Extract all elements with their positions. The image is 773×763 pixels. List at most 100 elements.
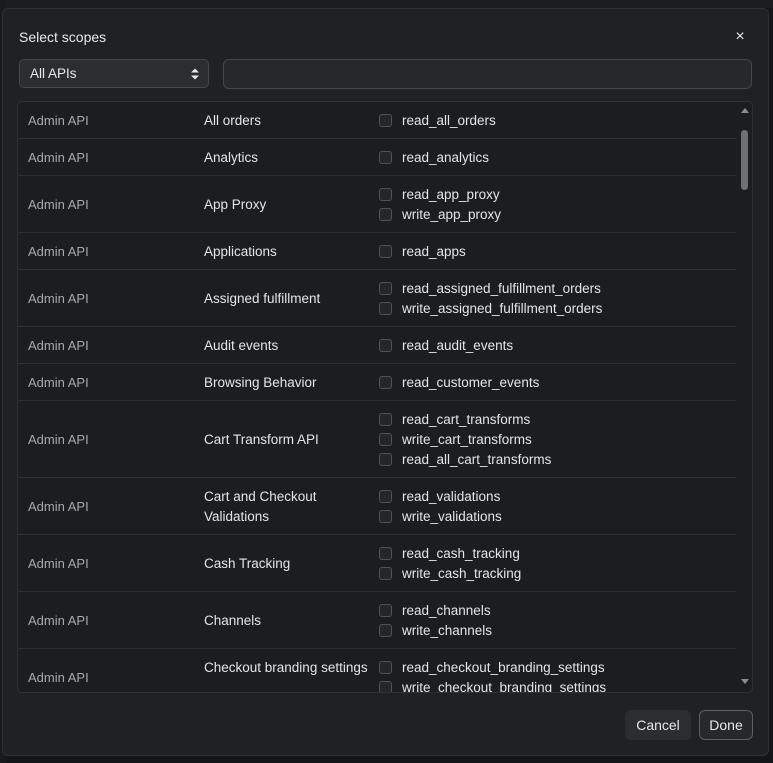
scope-checkbox[interactable] [379, 604, 392, 617]
scope-checkbox[interactable] [379, 490, 392, 503]
row-scopes: read_assigned_fulfillment_orders write_as… [379, 279, 602, 319]
scope-label: read_cart_transforms [402, 412, 531, 427]
scope-checkbox[interactable] [379, 188, 392, 201]
scope-checkbox[interactable] [379, 151, 392, 164]
row-api-label: Admin API [28, 112, 89, 128]
scope-label: write_checkout_branding_settings [402, 680, 607, 693]
scope-checkbox[interactable] [379, 245, 392, 258]
row-scopes: read_analytics [379, 148, 489, 168]
scope-label: write_cash_tracking [402, 566, 522, 581]
scope-option[interactable]: read_all_orders [379, 111, 496, 131]
search-input[interactable] [223, 59, 752, 89]
scope-checkbox[interactable] [379, 114, 392, 127]
chevron-up-down-icon [191, 68, 199, 80]
row-api-label: Admin API [28, 669, 89, 685]
scope-checkbox[interactable] [379, 302, 392, 315]
scope-option[interactable]: read_analytics [379, 148, 489, 168]
scope-option[interactable]: write_cash_tracking [379, 564, 521, 584]
scope-label: read_all_orders [402, 113, 496, 128]
row-api-label: Admin API [28, 337, 89, 353]
row-resource-name: Assigned fulfillment [204, 290, 321, 306]
scope-label: read_validations [402, 489, 501, 504]
table-row: Admin API App Proxy read_app_proxy write_ap… [18, 176, 736, 233]
scope-option[interactable]: read_assigned_fulfillment_orders [379, 279, 602, 299]
scope-option[interactable]: write_assigned_fulfillment_orders [379, 299, 602, 319]
table-row: Admin API Audit events read_audit_events [18, 327, 736, 364]
scope-checkbox[interactable] [379, 453, 392, 466]
scope-label: write_validations [402, 509, 502, 524]
scopes-list[interactable]: Admin API All orders read_all_orders Admin … [17, 101, 753, 693]
scrollbar-thumb[interactable] [741, 130, 748, 190]
row-scopes: read_apps [379, 242, 466, 262]
scope-option[interactable]: read_app_proxy [379, 185, 501, 205]
row-scopes: read_app_proxy write_app_proxy [379, 185, 501, 225]
row-api-label: Admin API [28, 243, 89, 259]
scope-label: read_channels [402, 603, 491, 618]
scope-checkbox[interactable] [379, 661, 392, 674]
scope-option[interactable]: read_all_cart_transforms [379, 450, 551, 470]
scope-checkbox[interactable] [379, 413, 392, 426]
scope-checkbox[interactable] [379, 547, 392, 560]
scope-option[interactable]: read_cash_tracking [379, 544, 521, 564]
scope-checkbox[interactable] [379, 376, 392, 389]
scope-checkbox[interactable] [379, 208, 392, 221]
scope-checkbox[interactable] [379, 681, 392, 692]
scope-option[interactable]: read_audit_events [379, 336, 513, 356]
row-api-label: Admin API [28, 612, 89, 628]
scope-option[interactable]: write_checkout_branding_settings [379, 678, 607, 693]
table-row: Admin API Cash Tracking read_cash_tracking… [18, 535, 736, 592]
scope-checkbox[interactable] [379, 433, 392, 446]
scope-option[interactable]: write_cart_transforms [379, 430, 551, 450]
close-icon[interactable]: × [730, 27, 750, 47]
row-resource-name: All orders [204, 112, 262, 128]
scope-option[interactable]: read_apps [379, 242, 466, 262]
scope-checkbox[interactable] [379, 339, 392, 352]
dialog-title: Select scopes [19, 29, 107, 45]
row-resource-name: Cash Tracking [204, 555, 291, 571]
table-row: Admin API All orders read_all_orders [18, 102, 736, 139]
scope-label: read_cash_tracking [402, 546, 520, 561]
scope-checkbox[interactable] [379, 282, 392, 295]
cancel-button[interactable]: Cancel [625, 710, 691, 740]
row-scopes: read_cash_tracking write_cash_tracking [379, 544, 521, 584]
scope-option[interactable]: read_channels [379, 601, 492, 621]
table-row: Admin API Cart Transform API read_cart_tra… [18, 401, 736, 478]
scopes-rows: Admin API All orders read_all_orders Admin … [18, 102, 736, 693]
table-row: Admin API Browsing Behavior read_customer_… [18, 364, 736, 401]
table-row: Admin API Assigned fulfillment read_assign… [18, 270, 736, 327]
scope-option[interactable]: read_customer_events [379, 373, 539, 393]
table-row: Admin API Checkout branding settings read_… [18, 649, 736, 693]
scope-option[interactable]: read_checkout_branding_settings [379, 658, 606, 678]
done-button[interactable]: Done [699, 710, 753, 740]
scope-label: write_channels [402, 623, 493, 638]
row-api-label: Admin API [28, 431, 89, 447]
row-api-label: Admin API [28, 196, 89, 212]
row-scopes: read_validations write_validations [379, 487, 502, 527]
row-resource-name: Audit events [204, 337, 279, 353]
scrollbar[interactable] [739, 106, 749, 686]
scope-option[interactable]: write_validations [379, 507, 502, 527]
scope-checkbox[interactable] [379, 624, 392, 637]
scope-label: write_assigned_fulfillment_orders [402, 301, 603, 316]
scope-option[interactable]: write_app_proxy [379, 205, 501, 225]
row-scopes: read_cart_transforms write_cart_transform… [379, 410, 551, 470]
scope-label: read_app_proxy [402, 187, 500, 202]
row-scopes: read_audit_events [379, 336, 513, 356]
select-scopes-dialog: Select scopes × All APIs Admin API All or… [2, 8, 769, 756]
scroll-up-icon[interactable] [741, 108, 749, 113]
background-window [0, 0, 773, 8]
scope-option[interactable]: read_cart_transforms [379, 410, 551, 430]
row-scopes: read_customer_events [379, 373, 539, 393]
scroll-down-icon[interactable] [741, 679, 749, 684]
row-resource-name: Analytics [204, 149, 259, 165]
scope-option[interactable]: write_channels [379, 621, 492, 641]
row-scopes: read_checkout_branding_settings write_che… [379, 658, 607, 693]
scope-label: read_checkout_branding_settings [402, 660, 605, 675]
scope-checkbox[interactable] [379, 567, 392, 580]
row-api-label: Admin API [28, 498, 89, 514]
scope-checkbox[interactable] [379, 510, 392, 523]
api-filter-select-value: All APIs [30, 66, 77, 81]
row-api-label: Admin API [28, 149, 89, 165]
api-filter-select[interactable]: All APIs [19, 59, 209, 88]
scope-option[interactable]: read_validations [379, 487, 502, 507]
